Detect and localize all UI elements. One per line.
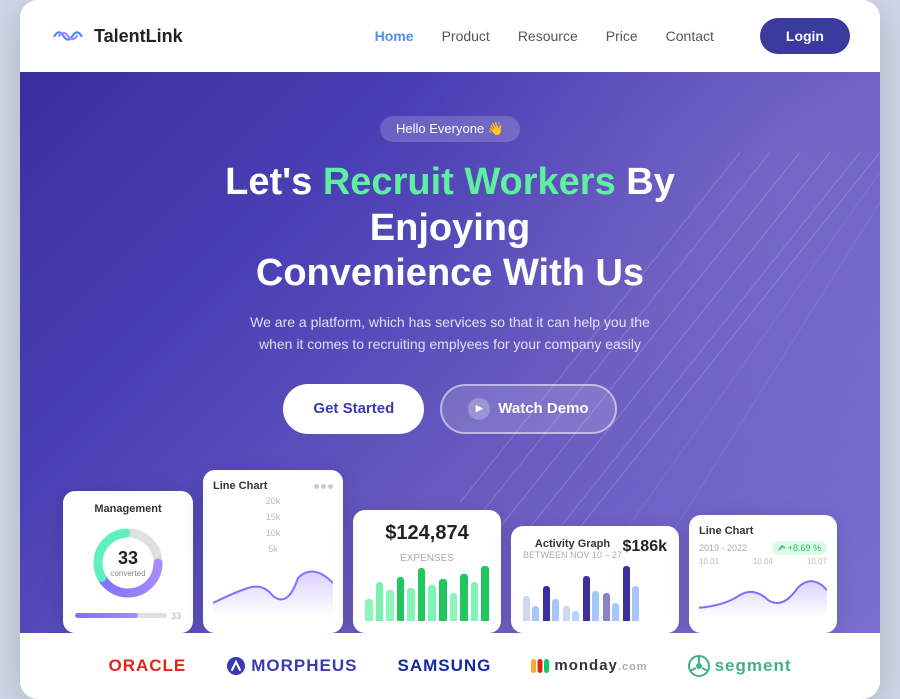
bar-8 [439, 579, 447, 620]
hero-content: Hello Everyone 👋 Let's Recruit Workers B… [50, 116, 850, 633]
segment-logo: segment [688, 655, 792, 677]
trend-up-icon [778, 544, 786, 552]
lcr-header: Line Chart [699, 525, 827, 539]
activity-bar-area [523, 566, 667, 621]
get-started-button[interactable]: Get Started [283, 384, 424, 434]
act-group-1 [523, 596, 539, 621]
nav-home[interactable]: Home [375, 28, 414, 44]
bar-9 [450, 593, 458, 621]
hero-accent-green: Recruit Workers [323, 161, 616, 203]
revenue-label: EXPENSES [365, 553, 489, 564]
lcr-title: Line Chart [699, 525, 753, 537]
widgets-row: Management [63, 470, 837, 633]
more-dots [314, 484, 333, 489]
samsung-logo: SAMSUNG [397, 656, 491, 676]
line-chart-left-widget: Line Chart 20k 15k 10k 5k [203, 470, 343, 633]
management-title: Management [75, 503, 181, 515]
lc-y-labels: 20k 15k 10k 5k [213, 496, 333, 554]
hero-buttons: Get Started ▶ Watch Demo [283, 384, 616, 434]
act-group-3 [563, 606, 579, 621]
act-group-4 [583, 576, 599, 621]
header: TalentLink Home Product Resource Price C… [20, 0, 880, 72]
activity-header: Activity Graph BETWEEN NOV 10 – 27 $186k [523, 538, 667, 560]
bar-10 [460, 574, 468, 621]
bar-track [75, 613, 167, 618]
monday-icon [531, 659, 549, 673]
revenue-widget: $124,874 EXPENSES [353, 510, 501, 633]
play-icon: ▶ [468, 398, 490, 420]
lcr-subheader: 2019 - 2022 +8.69 % [699, 541, 827, 555]
hello-badge: Hello Everyone 👋 [380, 116, 520, 142]
donut-container: 33 converted [88, 523, 168, 603]
donut-label: converted [110, 569, 145, 578]
line-chart-right-widget: Line Chart 2019 - 2022 +8.69 % 10.01 10.… [689, 515, 837, 633]
activity-widget: Activity Graph BETWEEN NOV 10 – 27 $186k [511, 526, 679, 633]
hero-title: Let's Recruit Workers By EnjoyingConveni… [140, 160, 760, 297]
act-group-5 [603, 593, 619, 621]
bar-fill [75, 613, 138, 618]
bar-2 [376, 582, 384, 621]
act-group-2 [543, 586, 559, 621]
lcr-svg [699, 568, 827, 618]
activity-amount: $186k [623, 538, 668, 556]
bar-12 [481, 566, 489, 621]
linechart-left-svg [213, 558, 333, 618]
morpheus-icon [226, 656, 246, 676]
watch-demo-button[interactable]: ▶ Watch Demo [440, 384, 616, 434]
logos-section: ORACLE MORPHEUS SAMSUNG monday.com [20, 633, 880, 699]
hero-subtitle: We are a platform, which has services so… [235, 311, 665, 356]
morpheus-logo: MORPHEUS [226, 656, 357, 676]
segment-icon [688, 655, 710, 677]
hero-section: Hello Everyone 👋 Let's Recruit Workers B… [20, 72, 880, 633]
management-donut: 33 converted [75, 523, 181, 603]
nav-contact[interactable]: Contact [666, 28, 714, 44]
login-button[interactable]: Login [760, 18, 850, 54]
logo-text: TalentLink [94, 26, 183, 47]
activity-title: Activity Graph [523, 538, 622, 550]
donut-number: 33 [118, 548, 138, 569]
oracle-logo: ORACLE [108, 656, 186, 676]
linechart-left-title: Line Chart [213, 480, 267, 492]
bar-3 [386, 590, 394, 620]
revenue-bar-chart [365, 566, 489, 621]
management-widget: Management [63, 491, 193, 633]
lcr-x-labels: 10.01 10.04 10.07 [699, 557, 827, 566]
bar-1 [365, 599, 373, 621]
monday-logo: monday.com [531, 657, 647, 674]
bar-7 [428, 585, 436, 621]
nav-product[interactable]: Product [442, 28, 490, 44]
lcr-badge: +8.69 % [772, 541, 827, 555]
act-group-6 [623, 566, 639, 621]
bar-label: 33 [171, 611, 181, 621]
bar-4 [397, 577, 405, 621]
logo[interactable]: TalentLink [50, 26, 183, 47]
activity-range: BETWEEN NOV 10 – 27 [523, 550, 622, 560]
bar-11 [471, 582, 479, 621]
activity-title-wrap: Activity Graph BETWEEN NOV 10 – 27 [523, 538, 622, 560]
main-card: TalentLink Home Product Resource Price C… [20, 0, 880, 699]
management-bar: 33 [75, 611, 181, 621]
revenue-amount: $124,874 [365, 522, 489, 545]
donut-center: 33 converted [110, 548, 145, 578]
bar-5 [407, 588, 415, 621]
nav-resource[interactable]: Resource [518, 28, 578, 44]
nav: Home Product Resource Price Contact Logi… [375, 18, 850, 54]
lcr-years: 2019 - 2022 [699, 543, 747, 553]
bar-6 [418, 568, 426, 620]
nav-price[interactable]: Price [606, 28, 638, 44]
